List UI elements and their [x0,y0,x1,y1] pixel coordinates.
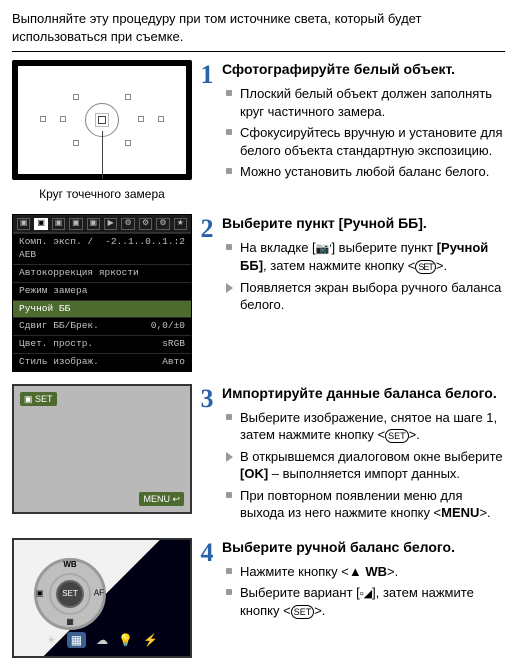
dial-wb-label: WB [63,560,76,571]
step-1: Круг точечного замера 1 Сфотографируйте … [12,60,505,202]
custom-wb-icon: ▫◢ [360,587,372,602]
intro-text: Выполняйте эту процедуру при том источни… [12,10,505,45]
wb-icon-row: ☀ ▦ ☁ 💡 ⚡ [14,632,190,648]
bullet: Плоский белый объект должен заполнять кр… [224,85,505,120]
step-3: ▣ SET MENU ↩ 3 Импортируйте данные балан… [12,384,505,526]
set-icon: SET [415,260,436,274]
set-icon: SET [291,605,315,619]
step-number: 3 [198,386,216,412]
bullet: На вкладке [📷′] выберите пункт [Ручной Б… [224,239,505,274]
figure-menu-screen: ▣▣▣▣▣▶⚙⚙⚙★ Комп. эксп. / AEB‑2..1..0..1.… [12,214,192,372]
control-dial: WB AF ▦ ▣ SET [34,558,106,630]
step-title: Выберите ручной баланс белого. [222,538,505,557]
divider [12,51,505,52]
bullet: При повторном появлении меню для выхода … [224,487,505,522]
dial-af-label: AF [94,589,104,600]
step-number: 1 [198,62,216,88]
figure-viewfinder: Круг точечного замера [12,60,192,202]
bullet: Выберите изображение, снятое на шаге 1, … [224,409,505,444]
step-title: Сфотографируйте белый объект. [222,60,505,79]
set-icon: SET [385,429,409,443]
step-2: ▣▣▣▣▣▶⚙⚙⚙★ Комп. эксп. / AEB‑2..1..0..1.… [12,214,505,372]
set-button: SET [56,580,84,608]
figure-dial-screen: WB AF ▦ ▣ SET ☀ ▦ ☁ 💡 ⚡ [12,538,192,658]
step-4: WB AF ▦ ▣ SET ☀ ▦ ☁ 💡 ⚡ 4 Выберите ручно… [12,538,505,658]
figure-caption: Круг точечного замера [12,186,192,202]
wb-custom-icon: ▦ [67,632,86,648]
dial-pic-label: ▣ [36,589,44,600]
step-title: Импортируйте данные баланса белого. [222,384,505,403]
step-number: 2 [198,216,216,242]
wb-tungsten-icon: 💡 [118,632,133,648]
bullet: Нажмите кнопку <▲ WB>. [224,563,505,581]
menu-tag: MENU ↩ [139,492,184,506]
set-tag: ▣ SET [20,392,57,406]
camera-icon: 📷′ [316,242,332,257]
bullet: Выберите вариант [▫◢], затем нажмите кно… [224,584,505,619]
bullet-result: В открывшемся диалоговом окне выберите [… [224,448,505,483]
wb-sun-icon: ☀ [46,632,57,648]
wb-cloud-icon: ☁ [96,632,108,648]
bullet: Сфокусируйтесь вручную и установите для … [224,124,505,159]
dial-drive-label: ▦ [66,617,74,628]
bullet-result: Появляется экран выбора ручного баланса … [224,279,505,314]
step-number: 4 [198,540,216,566]
figure-selection-screen: ▣ SET MENU ↩ [12,384,192,514]
wb-flash-icon: ⚡ [143,632,158,648]
bullet: Можно установить любой баланс белого. [224,163,505,181]
step-title: Выберите пункт [Ручной ББ]. [222,214,505,233]
